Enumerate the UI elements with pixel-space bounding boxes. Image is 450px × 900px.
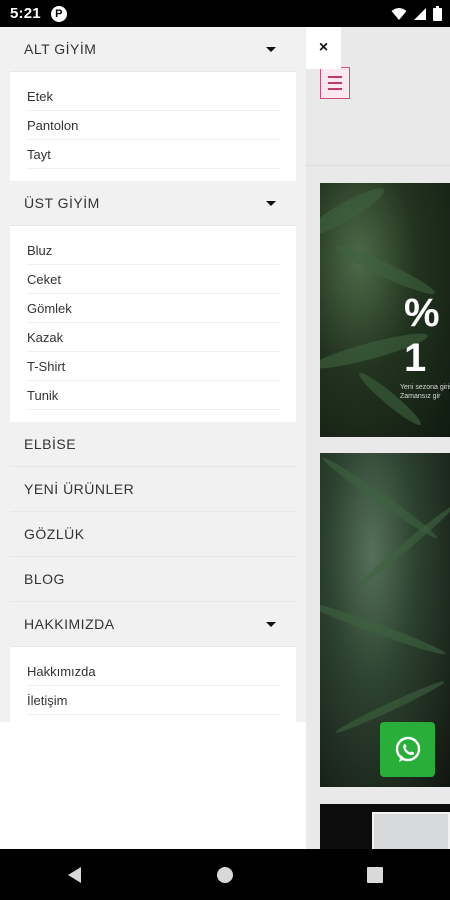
back-icon[interactable] [66,866,84,884]
app-badge-letter: P [55,7,63,20]
promo-banner[interactable]: % 1 Yeni sezona giriş Zamansız gir [320,183,450,437]
close-drawer-button[interactable]: × [306,27,341,69]
subcategory-item-tshirt[interactable]: T-Shirt [27,352,280,381]
whatsapp-button[interactable] [380,722,435,777]
system-navigation-bar [0,849,450,900]
category-alt-giyim[interactable]: ALT GİYİM [10,27,296,72]
subcategory-item-iletisim[interactable]: İletişim [27,686,280,715]
subcategory-item-pantolon[interactable]: Pantolon [27,111,280,140]
subcategory-list: Bluz Ceket Gömlek Kazak T-Shirt Tunik [10,226,296,422]
whatsapp-icon [395,736,420,762]
subcategory-list: Etek Pantolon Tayt [10,72,296,181]
category-ust-giyim[interactable]: ÜST GİYİM [10,181,296,226]
category-label: GÖZLÜK [24,526,85,542]
wifi-icon [391,7,407,20]
app-notification-icon: P [50,5,67,22]
status-icons [391,6,442,21]
background-page: × % 1 Yeni sezona giriş Zamansız gir [306,27,450,849]
caret-down-icon [266,46,276,52]
subcategory-item-kazak[interactable]: Kazak [27,323,280,352]
category-yeni-urunler[interactable]: YENİ ÜRÜNLER [10,467,296,512]
category-label: ALT GİYİM [24,41,97,57]
category-label: YENİ ÜRÜNLER [24,481,135,497]
subcategory-item-gomlek[interactable]: Gömlek [27,294,280,323]
home-icon[interactable] [216,866,234,884]
recents-icon[interactable] [366,866,384,884]
subcategory-list: Hakkımızda İletişim [10,647,296,723]
subcategory-item-tayt[interactable]: Tayt [27,140,280,169]
caret-down-icon [266,200,276,206]
promo-percent: % 1 [404,291,440,380]
product-photo [372,812,450,849]
close-icon: × [318,39,329,56]
promo-caption: Yeni sezona giriş Zamansız gir [400,383,450,401]
subcategory-item-etek[interactable]: Etek [27,82,280,111]
status-time: 5:21 [10,5,41,22]
subcategory-item-ceket[interactable]: Ceket [27,265,280,294]
signal-icon [414,7,426,20]
subcategory-item-hakkimizda[interactable]: Hakkımızda [27,657,280,686]
category-gozluk[interactable]: GÖZLÜK [10,512,296,557]
promo-line-1: Yeni sezona giriş [400,384,450,391]
category-blog[interactable]: BLOG [10,557,296,602]
category-label: HAKKIMIZDA [24,616,115,632]
hamburger-menu-icon[interactable] [320,67,350,99]
subcategory-item-bluz[interactable]: Bluz [27,236,280,265]
category-elbise[interactable]: ELBİSE [10,422,296,467]
caret-down-icon [266,621,276,627]
product-banner[interactable] [320,804,450,849]
category-label: ÜST GİYİM [24,195,100,211]
promo-line-2: Zamansız gir [400,393,441,400]
category-label: ELBİSE [24,436,77,452]
status-bar: 5:21 P [0,0,450,27]
subcategory-item-tunik[interactable]: Tunik [27,381,280,410]
battery-icon [433,6,442,21]
navigation-drawer: ALT GİYİM Etek Pantolon Tayt ÜST GİYİM B… [0,27,306,849]
category-label: BLOG [24,571,65,587]
category-hakkimizda[interactable]: HAKKIMIZDA [10,602,296,647]
category-menu: ALT GİYİM Etek Pantolon Tayt ÜST GİYİM B… [0,27,306,723]
